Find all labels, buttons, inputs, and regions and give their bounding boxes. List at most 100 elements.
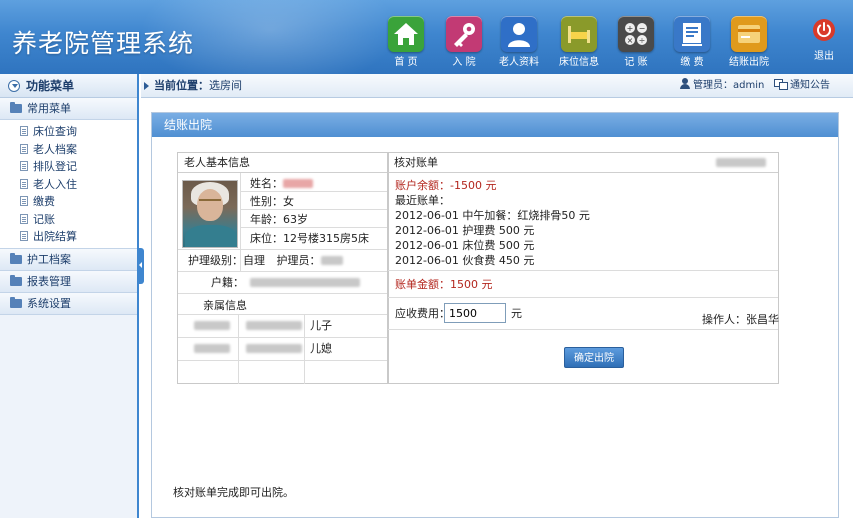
nav-elder-info-label: 老人资料 xyxy=(499,57,539,68)
relative-name-redacted xyxy=(194,344,230,353)
relative-row xyxy=(194,317,302,334)
collapse-circle-icon xyxy=(8,80,20,92)
hukou-redacted xyxy=(250,278,360,287)
care-level-value: 自理 xyxy=(243,254,265,267)
breadcrumb-current: 选房间 xyxy=(209,79,242,92)
header-bar: 养老院管理系统 首 页 入 院 老人资料 床位信息 +−×÷ 记 账 缴 xyxy=(0,0,853,74)
age-row: 年龄：63岁 xyxy=(250,211,308,228)
calculator-icon: + − × ÷ xyxy=(618,16,654,52)
notice-link[interactable]: 通知公告 xyxy=(774,74,830,98)
hukou-label: 户籍： xyxy=(211,276,244,289)
elder-name-row: 姓名： xyxy=(250,175,313,192)
relative-relation: 儿媳 xyxy=(310,342,332,355)
sidebar: 功能菜单 常用菜单 床位查询 老人档案 排队登记 老人入住 缴费 记账 出院结算… xyxy=(0,74,139,518)
svg-text:÷: ÷ xyxy=(639,36,646,45)
breadcrumb-prefix: 当前位置： xyxy=(154,79,209,92)
relative-phone-redacted xyxy=(245,344,302,353)
relative-name-redacted xyxy=(194,321,230,330)
bill-entry: 2012-06-01 伙食费 450 元 xyxy=(395,254,535,267)
panel-title: 结账出院 xyxy=(152,113,838,137)
nav-bookkeeping-button[interactable]: + − × ÷ 记 账 xyxy=(608,14,664,70)
relatives-header: 亲属信息 xyxy=(203,299,247,312)
sidebar-group-reports[interactable]: 报表管理 xyxy=(0,270,137,293)
fee-input[interactable] xyxy=(444,303,506,323)
sidebar-item-payment[interactable]: 缴费 xyxy=(0,193,137,211)
document-icon xyxy=(20,213,28,224)
sidebar-item-elder-files[interactable]: 老人档案 xyxy=(0,141,137,159)
fee-unit: 元 xyxy=(511,307,522,320)
name-label: 姓名： xyxy=(250,177,283,190)
sidebar-item-label: 老人档案 xyxy=(33,142,77,156)
date-redacted xyxy=(716,158,766,167)
sidebar-item-bookkeeping[interactable]: 记账 xyxy=(0,211,137,229)
account-balance: 账户余额：-1500 元 xyxy=(395,179,497,192)
folder-icon xyxy=(10,296,22,308)
nav-elder-info-button[interactable]: 老人资料 xyxy=(491,14,547,70)
logout-button[interactable]: 退出 xyxy=(807,18,841,62)
bill-entry: 2012-06-01 护理费 500 元 xyxy=(395,224,535,237)
svg-text:+: + xyxy=(627,24,634,33)
confirm-discharge-button[interactable]: 确定出院 xyxy=(564,347,624,368)
document-icon xyxy=(20,126,28,136)
bill-entry: 2012-06-01 床位费 500 元 xyxy=(395,239,535,252)
svg-text:−: − xyxy=(639,24,646,33)
footnote: 核对账单完成即可出院。 xyxy=(173,486,294,499)
sidebar-group-common[interactable]: 常用菜单 xyxy=(0,98,137,120)
nav-bed-info-label: 床位信息 xyxy=(559,57,599,68)
person-icon xyxy=(679,78,691,89)
logout-label: 退出 xyxy=(814,51,834,62)
nav-checkout-button[interactable]: 结账出院 xyxy=(721,14,777,70)
bill-check-table: 核对账单 账户余额：-1500 元 最近账单： 2012-06-01 中午加餐：… xyxy=(387,152,779,384)
sidebar-title: 功能菜单 xyxy=(26,79,75,93)
bed-row: 床位：12号楼315房5床 xyxy=(250,230,369,247)
hukou-row: 户籍： xyxy=(211,274,360,291)
bed-icon xyxy=(561,16,597,52)
nav-payment-button[interactable]: 缴 费 xyxy=(664,14,720,70)
elder-name-redacted xyxy=(283,179,313,188)
relative-row xyxy=(194,340,302,357)
sidebar-item-discharge[interactable]: 出院结算 xyxy=(0,228,137,246)
sidebar-collapse-handle[interactable] xyxy=(138,248,144,284)
relative-relation: 儿子 xyxy=(310,319,332,332)
nav-payment-label: 缴 费 xyxy=(680,57,704,68)
sidebar-header[interactable]: 功能菜单 xyxy=(0,74,137,98)
folder-icon xyxy=(10,274,22,286)
gender-row: 性别：女 xyxy=(250,193,294,210)
nav-admit-button[interactable]: 入 院 xyxy=(436,14,492,70)
receipt-icon xyxy=(674,16,710,52)
sidebar-group-label: 报表管理 xyxy=(27,274,71,288)
document-icon xyxy=(20,231,28,241)
sidebar-item-bed-query[interactable]: 床位查询 xyxy=(0,123,137,141)
sidebar-item-queue-register[interactable]: 排队登记 xyxy=(0,158,137,176)
elder-info-table: 老人基本信息 姓名： 性别：女 年龄：63岁 床位：12号楼315房5床 护理级… xyxy=(177,152,389,384)
sidebar-group-settings[interactable]: 系统设置 xyxy=(0,292,137,315)
sidebar-item-check-in[interactable]: 老人入住 xyxy=(0,176,137,194)
relative-phone-redacted xyxy=(245,321,302,330)
sidebar-item-label: 出院结算 xyxy=(33,230,77,243)
bill-amount: 账单金额：1500 元 xyxy=(395,278,493,291)
sidebar-group-caregivers[interactable]: 护工档案 xyxy=(0,248,137,271)
bill-check-header: 核对账单 xyxy=(388,153,778,173)
admin-info: 管理员：admin xyxy=(679,74,764,98)
notice-label: 通知公告 xyxy=(790,80,830,91)
checkout-panel: 结账出院 老人基本信息 姓名： 性别：女 年龄：63岁 床位：12号楼315房5… xyxy=(151,112,839,518)
operator-label: 操作人：张昌华 xyxy=(702,313,779,326)
power-icon xyxy=(813,19,835,41)
age-value: 63岁 xyxy=(283,213,308,226)
nav-home-label: 首 页 xyxy=(394,57,418,68)
home-icon xyxy=(388,16,424,52)
app-title: 养老院管理系统 xyxy=(12,29,195,58)
caregiver-label: 护理员： xyxy=(276,254,321,267)
nav-home-button[interactable]: 首 页 xyxy=(378,14,434,70)
caregiver-redacted xyxy=(320,256,343,265)
sidebar-group-label: 护工档案 xyxy=(27,252,71,266)
user-icon xyxy=(501,16,537,52)
sidebar-item-label: 记账 xyxy=(33,212,55,226)
bill-entry: 2012-06-01 中午加餐：红烧排骨50 元 xyxy=(395,209,590,222)
bed-label: 床位： xyxy=(250,232,283,245)
fee-label: 应收费用： xyxy=(395,307,450,320)
document-icon xyxy=(20,196,28,206)
nav-bed-info-button[interactable]: 床位信息 xyxy=(551,14,607,70)
admin-name: admin xyxy=(733,80,765,91)
document-icon xyxy=(20,161,28,171)
